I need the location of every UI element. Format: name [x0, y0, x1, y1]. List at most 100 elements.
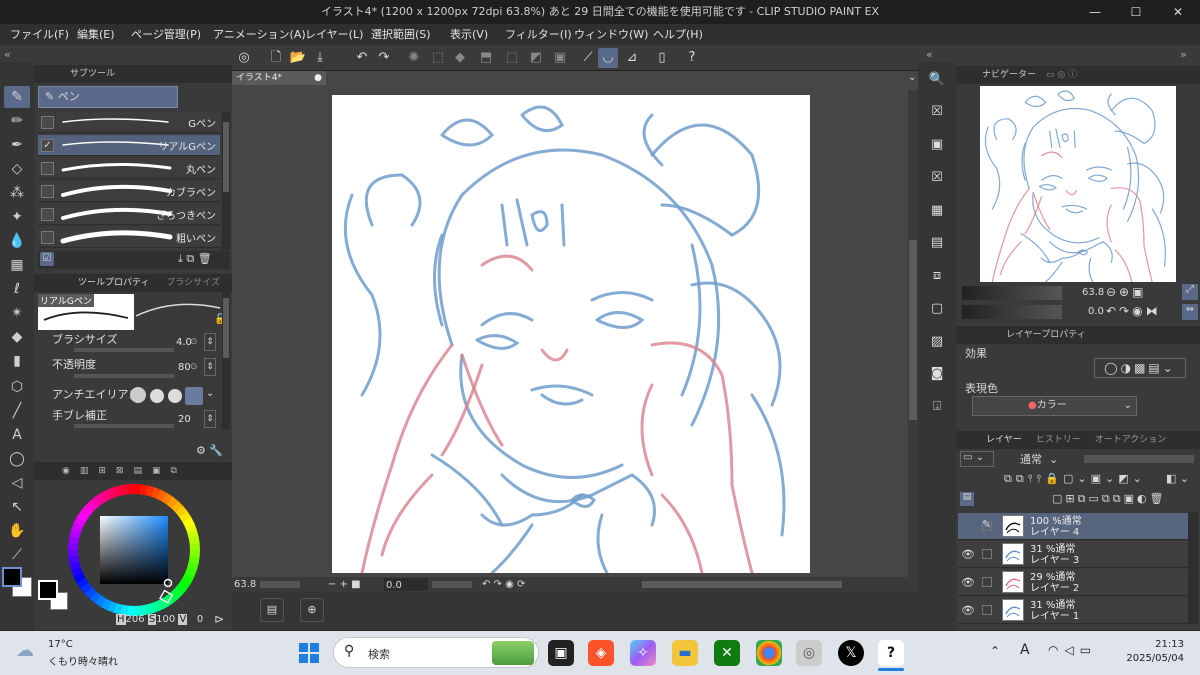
chrome-icon[interactable]: [756, 640, 782, 666]
layer-panel-tab[interactable]: オートアクション: [1095, 435, 1167, 445]
blend-mode-dropdown[interactable]: 通常 ⌄: [1000, 451, 1080, 467]
panel-10-icon[interactable]: ⍗: [924, 395, 950, 419]
menu-item-5[interactable]: 選択範囲(S): [371, 24, 431, 45]
redo-icon[interactable]: ↷: [374, 48, 394, 68]
brush-item[interactable]: ざらつきペン: [38, 204, 220, 225]
brave-browser-icon[interactable]: ◈: [588, 640, 614, 666]
menu-item-1[interactable]: 編集(E): [77, 24, 115, 45]
antialias-strong-icon[interactable]: [185, 387, 203, 405]
clip-studio-paint-icon[interactable]: ?: [878, 640, 904, 666]
line-tool-icon[interactable]: ╱: [4, 400, 30, 422]
navigator-tab-label[interactable]: ナビゲーター: [982, 70, 1036, 80]
open-file-icon[interactable]: 📂: [288, 48, 308, 68]
document-tab[interactable]: イラスト4* ●: [232, 71, 326, 85]
clock-date[interactable]: 2025/05/04: [1124, 653, 1184, 664]
zoom-slider[interactable]: [260, 581, 300, 588]
opacity-slider[interactable]: [74, 374, 174, 378]
pen-tool-icon[interactable]: ✎: [4, 86, 30, 108]
close-button[interactable]: ✕: [1158, 0, 1198, 24]
gradient-tool-icon[interactable]: ▮: [4, 350, 30, 372]
stabilization-slider[interactable]: [74, 424, 174, 428]
weather-temp[interactable]: 17°C: [48, 639, 73, 650]
windows-start-icon[interactable]: [296, 640, 322, 666]
panel-2-icon[interactable]: ▣: [924, 133, 950, 157]
navigator-angle-controls[interactable]: ↶↷◉⧓: [1106, 304, 1161, 318]
new-file-icon[interactable]: 🗋: [266, 48, 286, 68]
move-tool-icon[interactable]: ✋: [4, 520, 30, 542]
eye-icon[interactable]: 👁: [961, 576, 975, 589]
angle-slider[interactable]: [432, 581, 472, 588]
antialias-options[interactable]: [128, 384, 208, 406]
correct-line-tool-icon[interactable]: ◁: [4, 472, 30, 494]
collapse-right-icon[interactable]: «: [926, 48, 933, 61]
canvas-menu-icon[interactable]: ⌄: [908, 72, 916, 83]
color-wheel[interactable]: [66, 482, 202, 618]
brush-size-slider[interactable]: [74, 348, 174, 352]
effect-buttons[interactable]: ◯◑▩▤⌄: [1094, 358, 1186, 378]
panel-8-icon[interactable]: ▨: [924, 330, 950, 354]
brush-checkbox[interactable]: [41, 162, 54, 175]
menu-item-0[interactable]: ファイル(F): [10, 24, 69, 45]
layer-opacity-slider[interactable]: [1084, 455, 1194, 463]
brush-item[interactable]: カブラペン: [38, 181, 220, 202]
panel-3-icon[interactable]: ☒: [924, 166, 950, 190]
layer-toolbar-1[interactable]: ⧉⧉⫯⫯🔒▢⌄▣⌄◩⌄: [1004, 472, 1146, 486]
panel-9-icon[interactable]: ◙: [924, 362, 950, 386]
eraser-tool-icon[interactable]: ◇: [4, 158, 30, 180]
auto-select-tool-icon[interactable]: ✴: [4, 302, 30, 324]
search-panel-icon[interactable]: 🔍: [924, 68, 950, 92]
clip-studio-icon[interactable]: ◎: [234, 48, 254, 68]
snap-grid-icon[interactable]: ⊿: [622, 48, 642, 68]
navigator-thumbnail[interactable]: [980, 86, 1176, 282]
canvas-hscrollbar[interactable]: [642, 581, 842, 588]
expression-dropdown[interactable]: ●カラー ⌄: [972, 396, 1137, 416]
brush-checkbox[interactable]: [41, 185, 54, 198]
lasso-tool-icon[interactable]: ℓ: [4, 278, 30, 300]
subtool-group-tab[interactable]: ✎ ペン: [38, 86, 178, 108]
undo-icon[interactable]: ↶: [352, 48, 372, 68]
maximize-button[interactable]: ☐: [1116, 0, 1156, 24]
layer-scrollbar[interactable]: [1188, 512, 1198, 624]
antialias-none-icon[interactable]: [130, 387, 146, 403]
menu-item-2[interactable]: ページ管理(P): [131, 24, 201, 45]
balloon-tool-icon[interactable]: ◯: [4, 448, 30, 470]
subtool-scrollbar[interactable]: [222, 112, 230, 250]
copilot-icon[interactable]: ✧: [630, 640, 656, 666]
layer-row[interactable]: 👁 29 %通常 レイヤー 2: [958, 569, 1188, 596]
layer-panel-tab[interactable]: レイヤー: [986, 435, 1022, 445]
layer-menu-icon[interactable]: ▤: [960, 492, 974, 506]
antialias-weak-icon[interactable]: [150, 389, 164, 403]
toolprop-tab-label[interactable]: ツールプロパティ: [78, 278, 149, 288]
brush-size-stepper[interactable]: ⇕: [204, 333, 216, 351]
brush-item[interactable]: Gペン: [38, 112, 220, 133]
opacity-stepper[interactable]: ⇕: [204, 358, 216, 376]
brush-item[interactable]: 粗いペン: [38, 227, 220, 248]
menu-item-4[interactable]: レイヤー(L): [305, 24, 363, 45]
canvas-vscrollbar[interactable]: [908, 90, 918, 577]
navigator-angle-slider[interactable]: [962, 305, 1062, 319]
layer-toolbar-2[interactable]: ▢⊞⧉▭⧉⧉▣◐🗑: [1052, 492, 1167, 506]
clear-icon[interactable]: ✺: [404, 48, 424, 68]
layer-lock-box[interactable]: [982, 549, 992, 559]
palette-color-box[interactable]: ▭ ⌄: [960, 451, 994, 467]
eye-icon[interactable]: 👁: [961, 604, 975, 617]
eyedropper-tool-icon[interactable]: ⟋: [4, 544, 30, 566]
rotate-controls[interactable]: ↶ ↷ ◉ ⟳: [482, 577, 525, 592]
selection-border-icon[interactable]: ▣: [550, 48, 570, 68]
menu-item-3[interactable]: アニメーション(A): [213, 24, 306, 45]
navigator-angle-value[interactable]: 0.0: [1088, 306, 1104, 317]
brushsize-tab-label[interactable]: ブラシサイズ: [166, 278, 220, 288]
collapse-left-icon[interactable]: «: [4, 48, 11, 61]
layer-row[interactable]: 👁 31 %通常 レイヤー 3: [958, 541, 1188, 568]
zoom-controls[interactable]: − + ■: [328, 577, 361, 592]
figure-tool-icon[interactable]: ⬡: [4, 376, 30, 398]
color-settings-icon[interactable]: ⊳: [214, 612, 224, 626]
toolprop-scrollbar[interactable]: [222, 290, 230, 430]
task-view-icon[interactable]: ▣: [548, 640, 574, 666]
text-tool-icon[interactable]: A: [4, 424, 30, 446]
layer-row[interactable]: ✎ 100 %通常 レイヤー 4: [958, 513, 1188, 540]
close-panel-icon[interactable]: ☒: [924, 100, 950, 124]
antialias-dropdown-icon[interactable]: ⌄: [206, 388, 214, 399]
stabilization-value[interactable]: 20: [178, 414, 191, 432]
navigator-zoom-value[interactable]: 63.8: [1082, 287, 1104, 298]
